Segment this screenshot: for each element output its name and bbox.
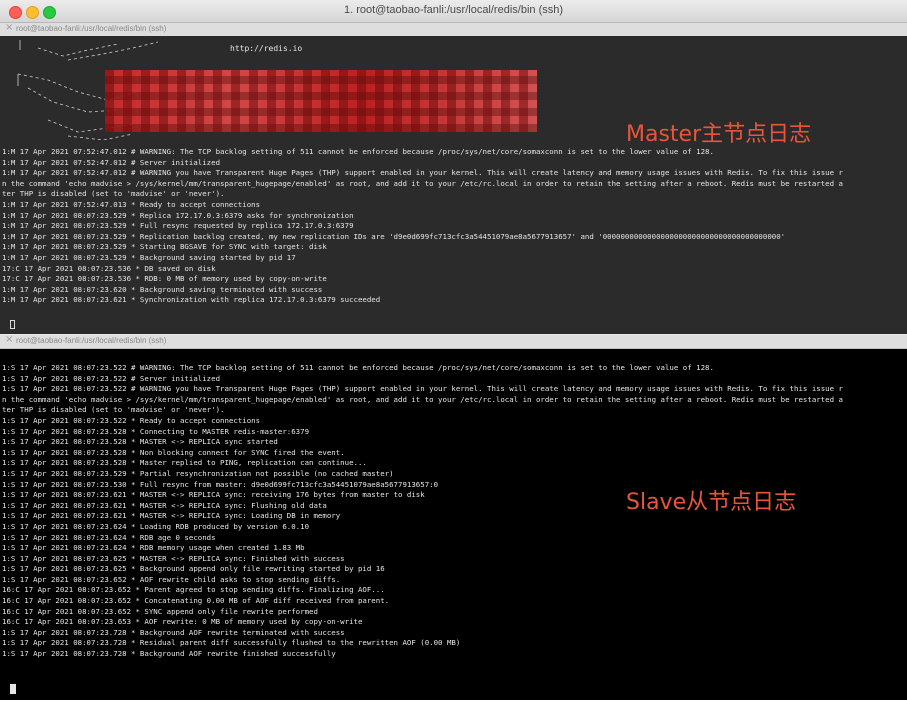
pane-tab-master[interactable]: × root@taobao-fanli:/usr/local/redis/bin… (0, 22, 907, 37)
log-line: 1:S 17 Apr 2021 08:07:23.528 * Master re… (2, 458, 367, 468)
log-line: n the command 'echo madvise > /sys/kerne… (2, 394, 843, 404)
pane-tab-label: root@taobao-fanli:/usr/local/redis/bin (… (16, 24, 167, 33)
log-line: 1:M 17 Apr 2021 07:52:47.013 * Ready to … (2, 199, 261, 209)
log-line: 1:M 17 Apr 2021 08:07:23.529 * Replicati… (2, 231, 786, 241)
log-line: 1:S 17 Apr 2021 08:07:23.522 # WARNING: … (2, 363, 714, 372)
log-line: 16:C 17 Apr 2021 08:07:23.652 * Parent a… (2, 585, 385, 595)
log-line: 1:S 17 Apr 2021 08:07:23.529 * Partial r… (2, 468, 394, 478)
terminal-window: 1. root@taobao-fanli:/usr/local/redis/bi… (0, 0, 907, 710)
log-line: 1:S 17 Apr 2021 08:07:23.530 * Full resy… (2, 479, 439, 489)
log-line: 17:C 17 Apr 2021 08:07:23.536 * RDB: 0 M… (2, 274, 327, 284)
terminal-cursor (10, 320, 15, 329)
master-log-output: 1:M 17 Apr 2021 07:52:47.012 # WARNING: … (2, 147, 843, 306)
log-line: 1:S 17 Apr 2021 08:07:23.625 * Backgroun… (2, 564, 385, 574)
log-line: n the command 'echo madvise > /sys/kerne… (2, 178, 843, 188)
terminal-cursor (10, 684, 16, 694)
log-line: 1:M 17 Apr 2021 07:52:47.012 # WARNING y… (2, 168, 843, 178)
log-line: 1:M 17 Apr 2021 07:52:47.012 # WARNING: … (2, 147, 714, 156)
log-line: 17:C 17 Apr 2021 08:07:23.536 * DB saved… (2, 263, 216, 273)
log-line: ter THP is disabled (set to 'madvise' or… (2, 189, 225, 199)
log-line: 1:S 17 Apr 2021 08:07:23.528 * Non block… (2, 447, 345, 457)
log-line: 1:M 17 Apr 2021 07:52:47.012 # Server in… (2, 157, 221, 167)
log-line: ter THP is disabled (set to 'madvise' or… (2, 405, 225, 415)
log-line: 1:S 17 Apr 2021 08:07:23.621 * MASTER <-… (2, 500, 327, 510)
log-line: 1:S 17 Apr 2021 08:07:23.528 * MASTER <-… (2, 437, 278, 447)
log-line: 1:S 17 Apr 2021 08:07:23.728 * Backgroun… (2, 649, 336, 659)
redacted-region (105, 70, 537, 132)
log-line: 1:M 17 Apr 2021 08:07:23.529 * Replica 1… (2, 210, 354, 220)
log-line: 1:S 17 Apr 2021 08:07:23.522 * Ready to … (2, 415, 261, 425)
window-title: 1. root@taobao-fanli:/usr/local/redis/bi… (343, 4, 564, 16)
log-line: 16:C 17 Apr 2021 08:07:23.652 * Concaten… (2, 596, 390, 606)
log-line: 1:M 17 Apr 2021 08:07:23.529 * Backgroun… (2, 252, 296, 262)
close-pane-icon[interactable]: × (5, 22, 13, 33)
window-bottom-edge (0, 700, 907, 710)
close-pane-icon[interactable]: × (5, 334, 13, 345)
log-line: 16:C 17 Apr 2021 08:07:23.653 * AOF rewr… (2, 617, 363, 627)
log-line: 1:M 17 Apr 2021 08:07:23.621 * Synchroni… (2, 295, 381, 305)
log-line: 1:M 17 Apr 2021 08:07:23.529 * Full resy… (2, 221, 354, 231)
log-line: 1:S 17 Apr 2021 08:07:23.621 * MASTER <-… (2, 511, 341, 521)
log-line: 1:M 17 Apr 2021 08:07:23.620 * Backgroun… (2, 284, 323, 294)
redis-url: http://redis.io (230, 44, 303, 53)
log-line: 16:C 17 Apr 2021 08:07:23.652 * SYNC app… (2, 606, 318, 616)
log-line: 1:S 17 Apr 2021 08:07:23.621 * MASTER <-… (2, 490, 425, 500)
master-terminal-pane[interactable]: http://redis.io Master主节点日志 1:M 17 Apr 2… (0, 36, 907, 334)
log-line: 1:S 17 Apr 2021 08:07:23.625 * MASTER <-… (2, 553, 345, 563)
log-line: 1:M 17 Apr 2021 08:07:23.529 * Starting … (2, 242, 327, 252)
log-line: 1:S 17 Apr 2021 08:07:23.624 * RDB memor… (2, 543, 305, 553)
pane-tab-slave[interactable]: × root@taobao-fanli:/usr/local/redis/bin… (0, 334, 907, 349)
log-line: 1:S 17 Apr 2021 08:07:23.522 # WARNING y… (2, 384, 843, 394)
pane-tab-label: root@taobao-fanli:/usr/local/redis/bin (… (16, 336, 167, 345)
log-line: 1:S 17 Apr 2021 08:07:23.652 * AOF rewri… (2, 574, 341, 584)
log-line: 1:S 17 Apr 2021 08:07:23.624 * Loading R… (2, 521, 310, 531)
title-bar[interactable]: 1. root@taobao-fanli:/usr/local/redis/bi… (0, 0, 907, 23)
log-line: 1:S 17 Apr 2021 08:07:23.528 * Connectin… (2, 426, 310, 436)
log-line: 1:S 17 Apr 2021 08:07:23.728 * Residual … (2, 638, 461, 648)
log-line: 1:S 17 Apr 2021 08:07:23.624 * RDB age 0… (2, 532, 216, 542)
log-line: 1:S 17 Apr 2021 08:07:23.522 # Server in… (2, 373, 221, 383)
slave-log-output: 1:S 17 Apr 2021 08:07:23.522 # WARNING: … (2, 363, 843, 660)
log-line: 1:S 17 Apr 2021 08:07:23.728 * Backgroun… (2, 627, 345, 637)
slave-terminal-pane[interactable]: Slave从节点日志 1:S 17 Apr 2021 08:07:23.522 … (0, 349, 907, 700)
master-log-annotation: Master主节点日志 (626, 122, 812, 147)
